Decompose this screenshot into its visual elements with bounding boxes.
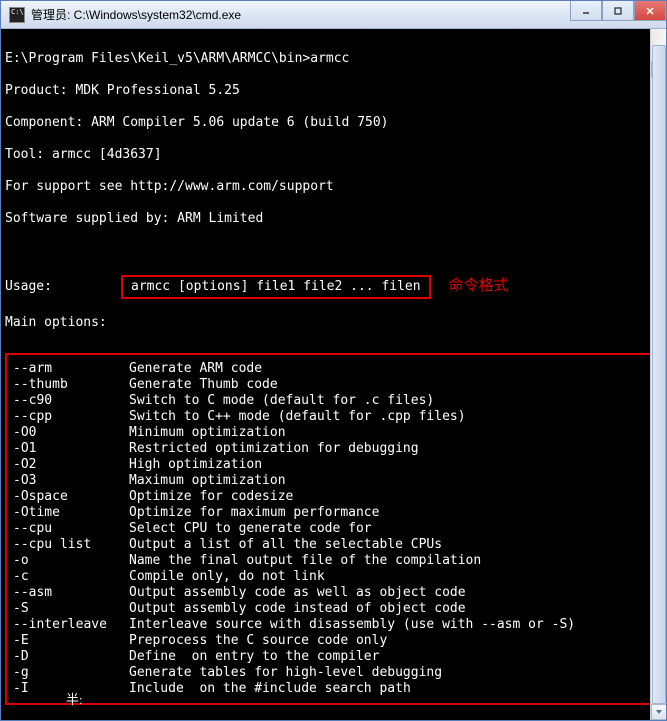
minimize-button[interactable] xyxy=(570,1,602,21)
option-desc: Generate ARM code xyxy=(129,361,262,376)
usage-text: armcc [options] file1 file2 ... filen xyxy=(131,279,421,294)
output-line: Product: MDK Professional 5.25 xyxy=(5,83,662,99)
usage-line: Usage: armcc [options] file1 file2 ... fi… xyxy=(5,275,662,299)
option-desc: Preprocess the C source code only xyxy=(129,633,387,648)
window-buttons xyxy=(570,1,666,28)
option-flag: --cpu list xyxy=(13,537,129,553)
blank-line xyxy=(5,243,662,259)
option-desc: Generate Thumb code xyxy=(129,377,278,392)
option-row: --interleaveInterleave source with disas… xyxy=(13,617,654,633)
option-row: -DDefine on entry to the compiler xyxy=(13,649,654,665)
option-row: -IInclude on the #include search path xyxy=(13,681,654,697)
option-row: --cppSwitch to C++ mode (default for .cp… xyxy=(13,409,654,425)
option-desc: High optimization xyxy=(129,457,262,472)
ime-indicator: 半: xyxy=(66,692,83,708)
option-desc: Output assembly code instead of object c… xyxy=(129,601,466,616)
option-flag: -o xyxy=(13,553,129,569)
option-row: --cpu Select CPU to generate code for xyxy=(13,521,654,537)
option-desc: Compile only, do not link xyxy=(129,569,325,584)
option-row: --cpu listOutput a list of all the selec… xyxy=(13,537,654,553)
option-row: --c90Switch to C mode (default for .c fi… xyxy=(13,393,654,409)
option-row: --armGenerate ARM code xyxy=(13,361,654,377)
option-flag: -g xyxy=(13,665,129,681)
window-title: 管理员: C:\Windows\system32\cmd.exe xyxy=(31,6,570,23)
option-flag: -O0 xyxy=(13,425,129,441)
terminal-area[interactable]: E:\Program Files\Keil_v5\ARM\ARMCC\bin>a… xyxy=(1,29,666,720)
scroll-thumb[interactable] xyxy=(652,45,666,704)
maximize-button[interactable] xyxy=(602,1,634,21)
option-desc: Optimize for codesize xyxy=(129,489,293,504)
option-flag: -D xyxy=(13,649,129,665)
scrollbar[interactable] xyxy=(650,29,666,720)
option-desc: Output a list of all the selectable CPUs xyxy=(129,537,442,552)
option-row: -EPreprocess the C source code only xyxy=(13,633,654,649)
cmd-icon xyxy=(9,7,25,23)
output-line: Software supplied by: ARM Limited xyxy=(5,211,662,227)
option-flag: --thumb xyxy=(13,377,129,393)
option-desc: Optimize for maximum performance xyxy=(129,505,379,520)
option-desc: Output assembly code as well as object c… xyxy=(129,585,466,600)
option-row: -gGenerate tables for high-level debuggi… xyxy=(13,665,654,681)
main-options-label: Main options: xyxy=(5,315,662,331)
option-row: -OspaceOptimize for codesize xyxy=(13,489,654,505)
option-flag: -O3 xyxy=(13,473,129,489)
usage-annotation: 命令格式 xyxy=(449,277,509,294)
option-flag: --arm xyxy=(13,361,129,377)
usage-label: Usage: xyxy=(5,279,121,295)
option-row: -O0Minimum optimization xyxy=(13,425,654,441)
option-row: -SOutput assembly code instead of object… xyxy=(13,601,654,617)
option-desc: Name the final output file of the compil… xyxy=(129,553,481,568)
option-row: --asmOutput assembly code as well as obj… xyxy=(13,585,654,601)
output-line: Tool: armcc [4d3637] xyxy=(5,147,662,163)
option-row: -O3Maximum optimization xyxy=(13,473,654,489)
option-desc: Restricted optimization for debugging xyxy=(129,441,419,456)
option-desc: Select CPU to generate code for xyxy=(129,521,372,536)
option-desc: Include on the #include search path xyxy=(129,681,411,696)
option-flag: --c90 xyxy=(13,393,129,409)
output-line: Component: ARM Compiler 5.06 update 6 (b… xyxy=(5,115,662,131)
option-desc: Switch to C++ mode (default for .cpp fil… xyxy=(129,409,466,424)
option-desc: Interleave source with disassembly (use … xyxy=(129,617,575,632)
titlebar[interactable]: 管理员: C:\Windows\system32\cmd.exe xyxy=(1,1,666,29)
usage-box: armcc [options] file1 file2 ... filen xyxy=(121,275,431,299)
option-flag: -S xyxy=(13,601,129,617)
option-flag: -O1 xyxy=(13,441,129,457)
option-row: -O2High optimization xyxy=(13,457,654,473)
option-flag: -O2 xyxy=(13,457,129,473)
option-flag: --cpu xyxy=(13,521,129,537)
cmd-window: 管理员: C:\Windows\system32\cmd.exe E:\Prog… xyxy=(0,0,667,721)
options-box: --armGenerate ARM code--thumbGenerate Th… xyxy=(5,353,662,705)
option-desc: Maximum optimization xyxy=(129,473,286,488)
output-line: For support see http://www.arm.com/suppo… xyxy=(5,179,662,195)
option-row: -O1Restricted optimization for debugging xyxy=(13,441,654,457)
output-line: E:\Program Files\Keil_v5\ARM\ARMCC\bin>a… xyxy=(5,51,662,67)
option-desc: Switch to C mode (default for .c files) xyxy=(129,393,434,408)
option-desc: Define on entry to the compiler xyxy=(129,649,379,664)
option-desc: Minimum optimization xyxy=(129,425,286,440)
option-row: -cCompile only, do not link xyxy=(13,569,654,585)
option-flag: -Ospace xyxy=(13,489,129,505)
option-flag: --cpp xyxy=(13,409,129,425)
close-button[interactable] xyxy=(634,1,666,21)
option-desc: Generate tables for high-level debugging xyxy=(129,665,442,680)
option-flag: -E xyxy=(13,633,129,649)
option-row: --thumbGenerate Thumb code xyxy=(13,377,654,393)
option-flag: -Otime xyxy=(13,505,129,521)
scroll-down-button[interactable] xyxy=(651,704,666,720)
option-flag: -c xyxy=(13,569,129,585)
option-flag: --asm xyxy=(13,585,129,601)
option-row: -o Name the final output file of the com… xyxy=(13,553,654,569)
option-row: -OtimeOptimize for maximum performance xyxy=(13,505,654,521)
option-flag: --interleave xyxy=(13,617,129,633)
